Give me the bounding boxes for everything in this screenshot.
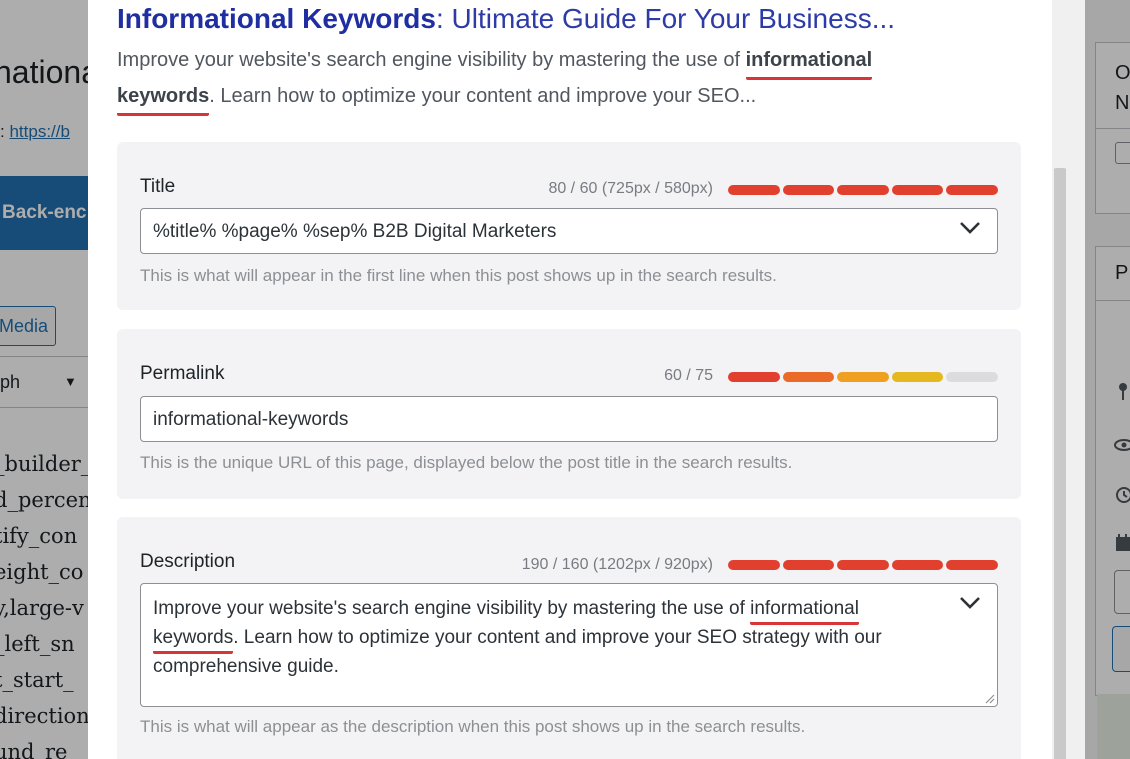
serp-desc-text: . Learn how to optimize your content and… bbox=[209, 85, 757, 107]
permalink-bar-segment bbox=[782, 372, 835, 382]
title-help-text: This is what will appear in the first li… bbox=[140, 266, 777, 285]
title-input-value: %title% %page% %sep% B2B Digital Markete… bbox=[153, 221, 557, 242]
permalink-card: Permalink 60 / 75 informational-keywords… bbox=[117, 329, 1021, 499]
permalink-input[interactable]: informational-keywords bbox=[140, 396, 998, 442]
description-length-counter: 190 / 160 (1202px / 920px) bbox=[521, 556, 713, 573]
description-keyword: keywords bbox=[153, 625, 234, 654]
description-bar-segment bbox=[728, 560, 780, 570]
serp-preview-description: Improve your website's search engine vis… bbox=[117, 44, 947, 116]
permalink-label: Permalink bbox=[140, 363, 225, 384]
title-bar-segment bbox=[782, 185, 835, 195]
serp-desc-keyword: keywords bbox=[117, 80, 210, 116]
title-length-counter: 80 / 60 (725px / 580px) bbox=[548, 180, 713, 197]
permalink-length-bar bbox=[728, 372, 998, 382]
permalink-help-text: This is the unique URL of this page, dis… bbox=[140, 453, 793, 472]
description-bar-segment bbox=[891, 560, 944, 570]
serp-desc-keyword: informational bbox=[745, 44, 873, 80]
permalink-input-value: informational-keywords bbox=[153, 409, 349, 430]
description-length-bar bbox=[728, 560, 998, 570]
permalink-bar-segment bbox=[891, 372, 944, 382]
description-text: . Learn how to optimize your content and… bbox=[153, 627, 882, 677]
description-textarea[interactable]: Improve your website's search engine vis… bbox=[140, 583, 998, 707]
seo-snippet-modal: Informational Keywords: Ultimate Guide F… bbox=[88, 0, 1085, 759]
title-bar-segment bbox=[946, 185, 998, 195]
title-bar-segment bbox=[728, 185, 780, 195]
description-card: Description 190 / 160 (1202px / 920px) I… bbox=[117, 517, 1021, 759]
description-keyword: informational bbox=[750, 596, 859, 625]
permalink-bar-segment bbox=[946, 372, 998, 382]
description-text: Improve your website's search engine vis… bbox=[153, 598, 751, 619]
modal-scrollbar-thumb[interactable] bbox=[1054, 168, 1066, 759]
permalink-bar-segment bbox=[728, 372, 780, 382]
description-help-text: This is what will appear as the descript… bbox=[140, 717, 806, 736]
description-bar-segment bbox=[837, 560, 889, 570]
title-bar-segment bbox=[837, 185, 889, 195]
title-input[interactable]: %title% %page% %sep% B2B Digital Markete… bbox=[140, 208, 998, 254]
serp-title-rest: : Ultimate Guide For Your Business... bbox=[435, 3, 896, 34]
title-label: Title bbox=[140, 176, 176, 197]
title-card: Title 80 / 60 (725px / 580px) %title% %p… bbox=[117, 142, 1021, 310]
resize-handle-icon[interactable] bbox=[985, 694, 995, 704]
serp-preview-title: Informational Keywords: Ultimate Guide F… bbox=[117, 3, 895, 35]
serp-title-keyword: Informational Keywords bbox=[117, 3, 436, 34]
description-textarea-value: Improve your website's search engine vis… bbox=[153, 596, 933, 680]
chevron-down-icon[interactable] bbox=[959, 221, 981, 235]
serp-desc-text: Improve your website's search engine vis… bbox=[117, 49, 746, 71]
chevron-down-icon[interactable] bbox=[959, 596, 981, 610]
title-length-bar bbox=[728, 185, 998, 195]
description-bar-segment bbox=[946, 560, 998, 570]
description-label: Description bbox=[140, 551, 236, 572]
permalink-bar-segment bbox=[837, 372, 889, 382]
permalink-length-counter: 60 / 75 bbox=[664, 367, 713, 384]
description-bar-segment bbox=[782, 560, 835, 570]
title-bar-segment bbox=[891, 185, 944, 195]
